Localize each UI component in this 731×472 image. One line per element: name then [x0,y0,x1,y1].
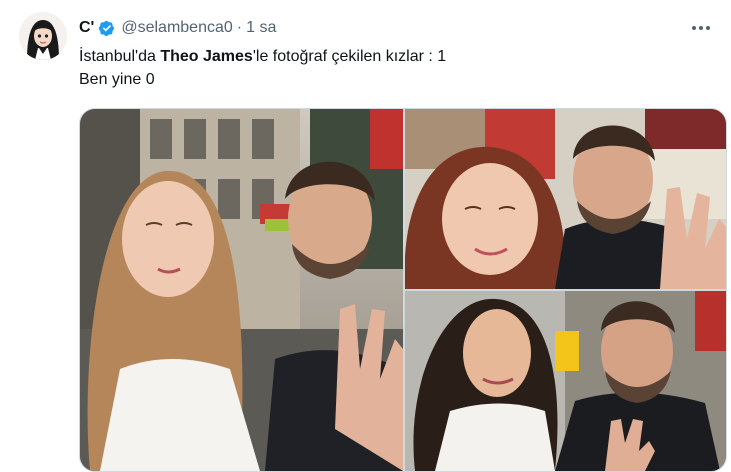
photo-3[interactable] [405,291,726,471]
text-segment: İstanbul'da [79,48,161,65]
more-horizontal-icon[interactable] [687,14,715,42]
avatar[interactable] [19,12,67,60]
tweet-text-line1: İstanbul'da Theo James'le fotoğraf çekil… [79,45,709,68]
separator-dot: · [236,19,243,36]
mention-text: Theo James [160,48,253,65]
tweet-header: C' @selambenca0 · 1 sa [79,16,715,40]
text-segment: 'le fotoğraf çekilen kızlar : 1 [252,48,447,65]
timestamp[interactable]: 1 sa [246,19,276,37]
handle[interactable]: @selambenca0 [121,19,232,37]
display-name[interactable]: C' [79,19,94,37]
tweet-text-line2: Ben yine 0 [79,71,155,88]
media-grid [79,108,727,472]
photo-1[interactable] [80,109,403,471]
verified-badge-icon [97,18,117,38]
tweet[interactable]: C' @selambenca0 · 1 sa İstanbul'da Theo … [0,0,731,472]
tweet-text: İstanbul'da Theo James'le fotoğraf çekil… [79,45,709,91]
photo-2[interactable] [405,109,726,289]
